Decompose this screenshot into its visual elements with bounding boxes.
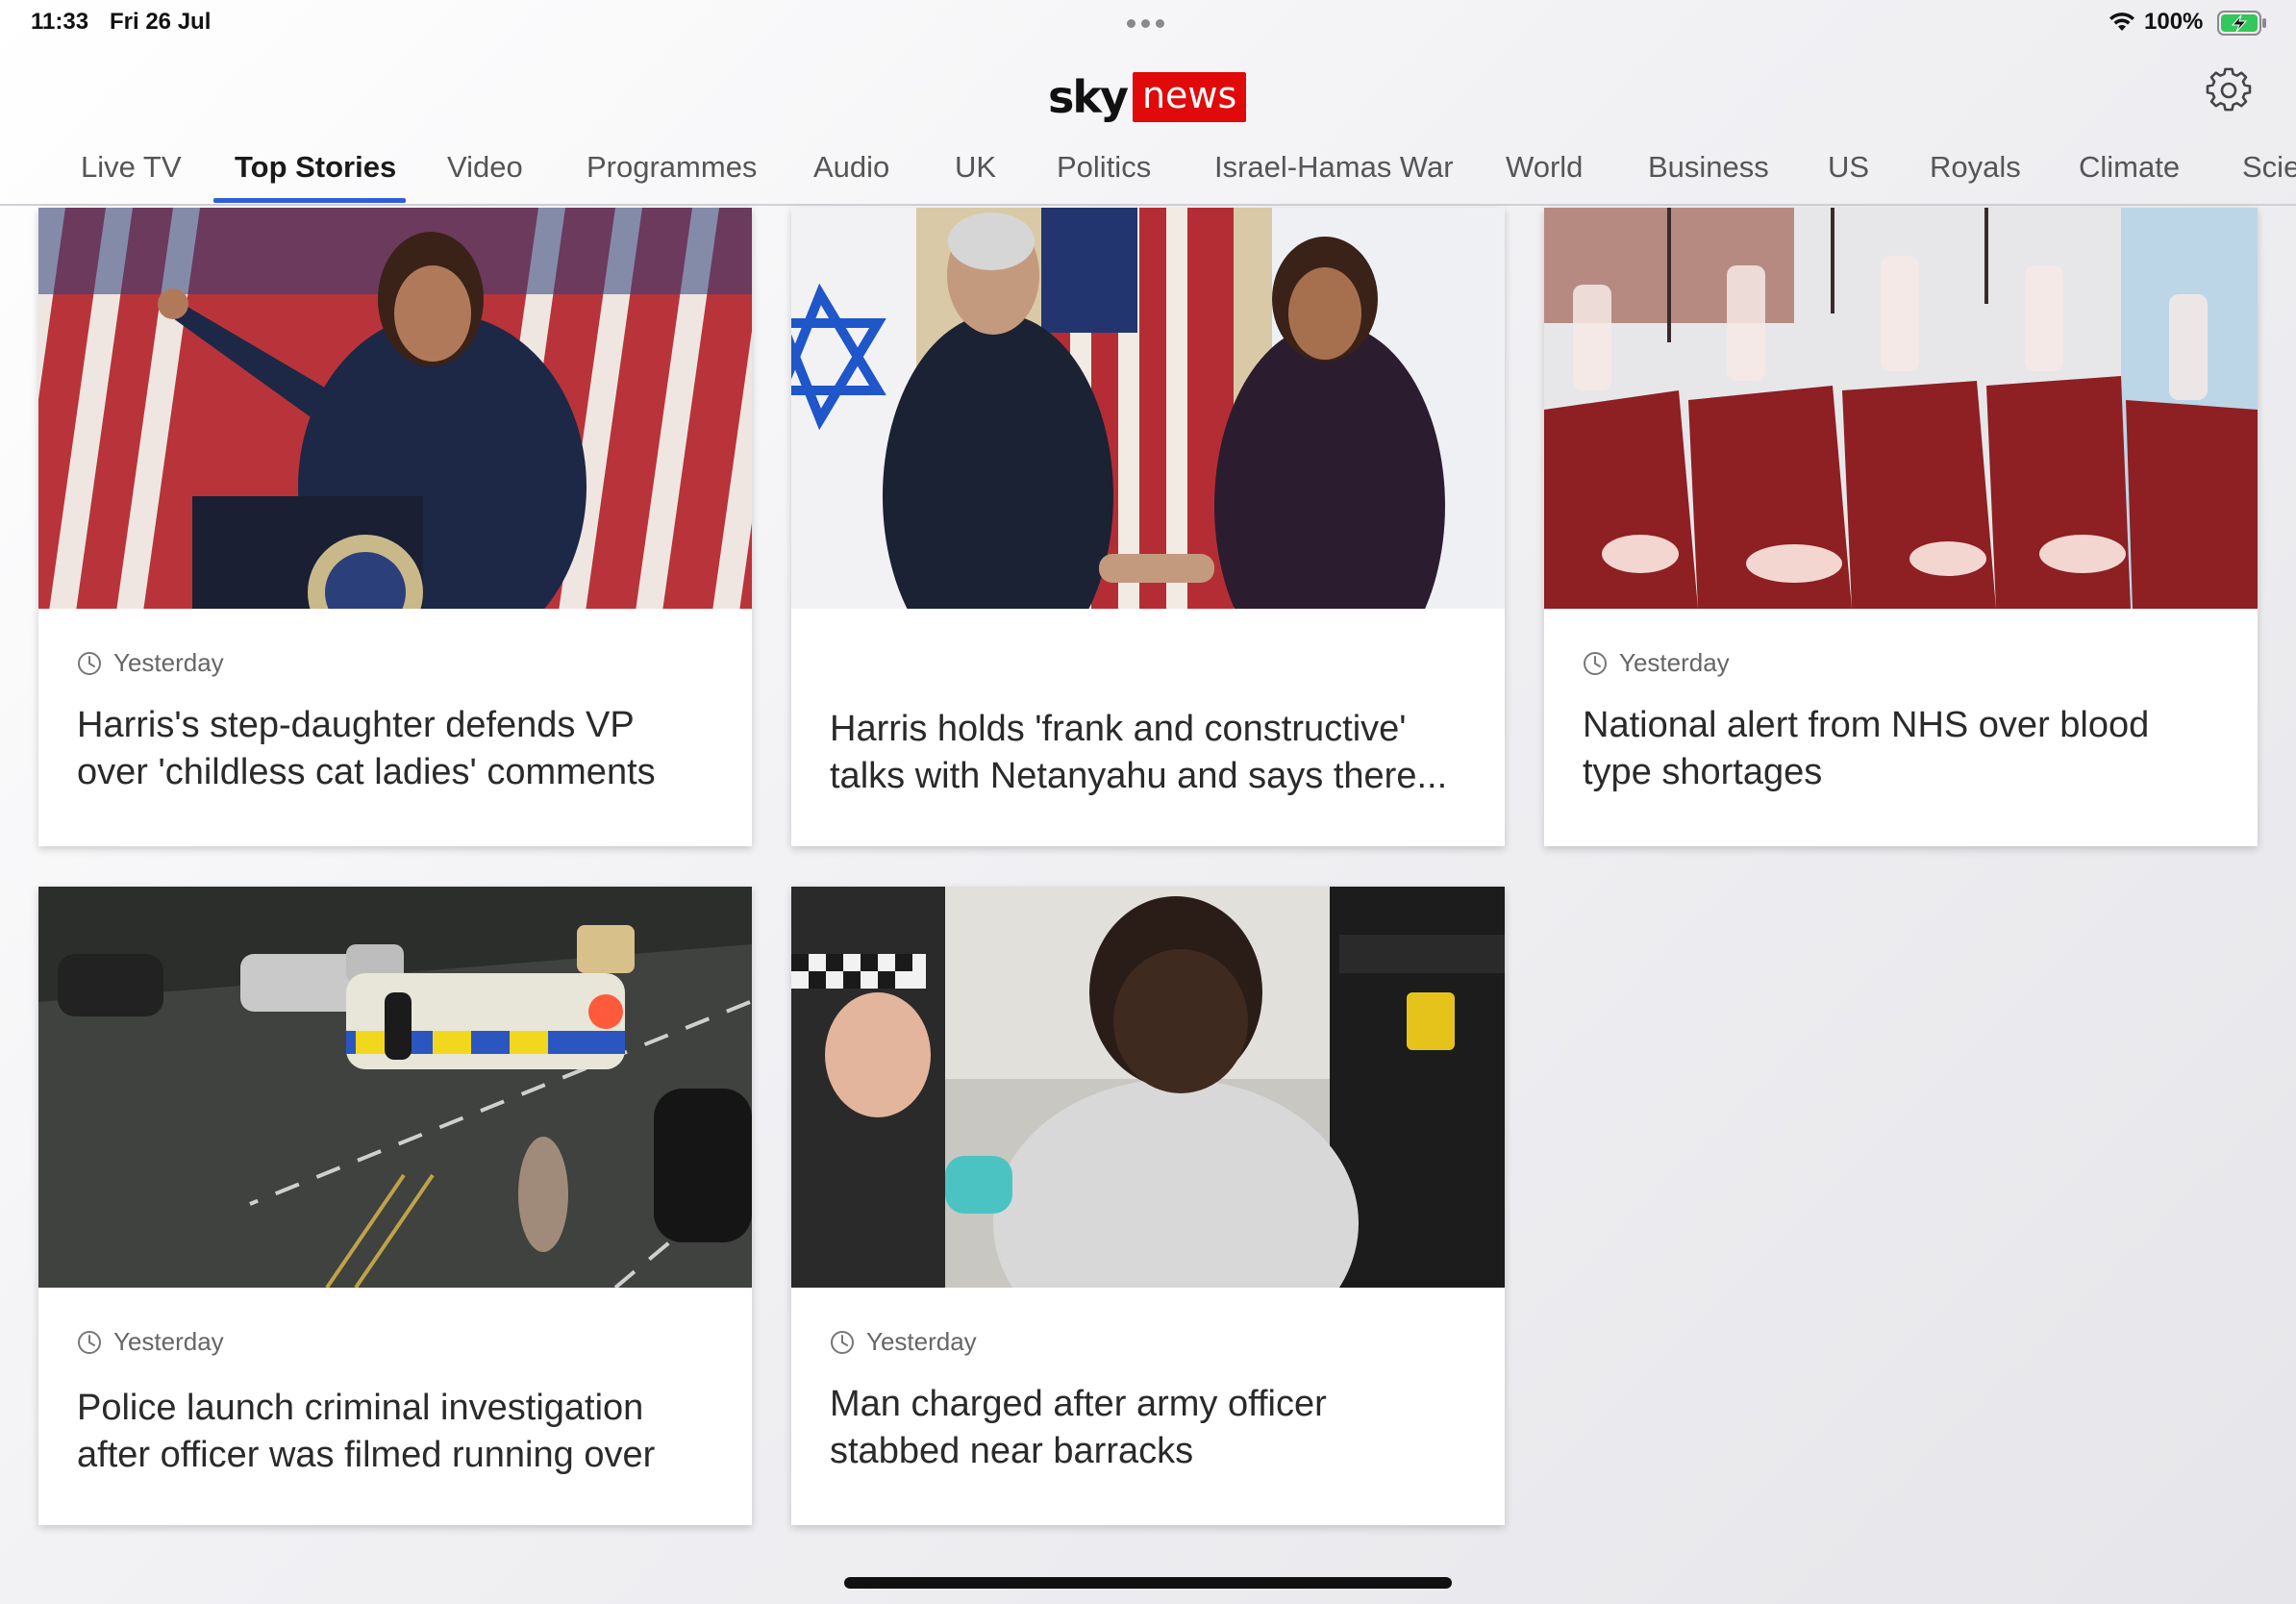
tab-climate[interactable]: Climate xyxy=(2079,150,2180,185)
battery-percentage: 100% xyxy=(2144,9,2204,35)
story-card[interactable]: Yesterday Harris's step-daughter defends… xyxy=(38,208,752,846)
story-headline[interactable]: Harris holds 'frank and constructive' ta… xyxy=(830,706,1466,800)
tab-uk[interactable]: UK xyxy=(955,150,996,185)
story-image xyxy=(38,887,752,1288)
story-timestamp: Yesterday xyxy=(77,1327,224,1357)
section-tabs: Live TV Top Stories Video Programmes Aud… xyxy=(0,144,2296,204)
podium-speech-photo xyxy=(38,208,752,609)
story-card[interactable]: Yesterday Police launch criminal investi… xyxy=(38,887,752,1525)
tab-world[interactable]: World xyxy=(1506,150,1583,185)
story-image xyxy=(791,887,1505,1288)
story-timestamp: Yesterday xyxy=(77,648,224,678)
story-image xyxy=(791,208,1505,609)
tab-audio[interactable]: Audio xyxy=(813,150,889,185)
gear-icon xyxy=(2206,67,2252,112)
status-time: 11:33 xyxy=(31,9,89,35)
multitasking-dots-icon[interactable] xyxy=(1127,19,1164,28)
story-headline[interactable]: Harris's step-daughter defends VP over '… xyxy=(77,702,713,796)
police-car-night-photo xyxy=(38,887,752,1288)
arrest-photo xyxy=(791,887,1505,1288)
tab-royals[interactable]: Royals xyxy=(1930,150,2021,185)
settings-button[interactable] xyxy=(2206,67,2252,113)
logo-news-badge: news xyxy=(1132,72,1247,122)
handshake-flags-photo xyxy=(791,208,1505,609)
story-image xyxy=(38,208,752,609)
status-date: Fri 26 Jul xyxy=(110,9,212,35)
story-time-text: Yesterday xyxy=(866,1327,977,1356)
story-headline[interactable]: Man charged after army officer stabbed n… xyxy=(830,1381,1466,1475)
tab-programmes[interactable]: Programmes xyxy=(586,150,757,185)
story-image xyxy=(1544,208,2258,609)
tab-video[interactable]: Video xyxy=(447,150,523,185)
story-card[interactable]: Yesterday Man charged after army officer… xyxy=(791,887,1505,1525)
logo-sky-text: sky xyxy=(1048,71,1129,123)
active-tab-indicator xyxy=(213,198,406,203)
clock-icon xyxy=(78,651,101,675)
tab-business[interactable]: Business xyxy=(1648,150,1769,185)
story-headline[interactable]: Police launch criminal investigation aft… xyxy=(77,1385,713,1479)
story-headline[interactable]: National alert from NHS over blood type … xyxy=(1583,702,2219,796)
clock-icon xyxy=(1584,651,1607,675)
tab-science[interactable]: Scie xyxy=(2242,150,2296,185)
story-time-text: Yesterday xyxy=(1619,648,1730,677)
tab-top-stories[interactable]: Top Stories xyxy=(235,150,396,185)
story-time-text: Yesterday xyxy=(113,648,224,677)
story-timestamp: Yesterday xyxy=(830,1327,977,1357)
blood-bags-photo xyxy=(1544,208,2258,609)
story-time-text: Yesterday xyxy=(113,1327,224,1356)
story-card[interactable]: Harris holds 'frank and constructive' ta… xyxy=(791,208,1505,846)
tab-us[interactable]: US xyxy=(1828,150,1869,185)
story-card[interactable]: Yesterday National alert from NHS over b… xyxy=(1544,208,2258,846)
status-bar: 11:33 Fri 26 Jul 100% xyxy=(0,0,2296,44)
battery-charging-icon xyxy=(2217,11,2266,36)
wifi-icon xyxy=(2109,13,2134,31)
clock-icon xyxy=(831,1330,854,1354)
sky-news-logo: sky news xyxy=(1048,71,1247,123)
clock-icon xyxy=(78,1330,101,1354)
home-indicator[interactable] xyxy=(844,1577,1452,1589)
story-timestamp: Yesterday xyxy=(1583,648,1730,678)
tab-israel-hamas-war[interactable]: Israel-Hamas War xyxy=(1214,150,1454,185)
app-header: sky news Live TV Top Stories Video Progr… xyxy=(0,44,2296,206)
tab-live-tv[interactable]: Live TV xyxy=(81,150,182,185)
tab-politics[interactable]: Politics xyxy=(1057,150,1151,185)
